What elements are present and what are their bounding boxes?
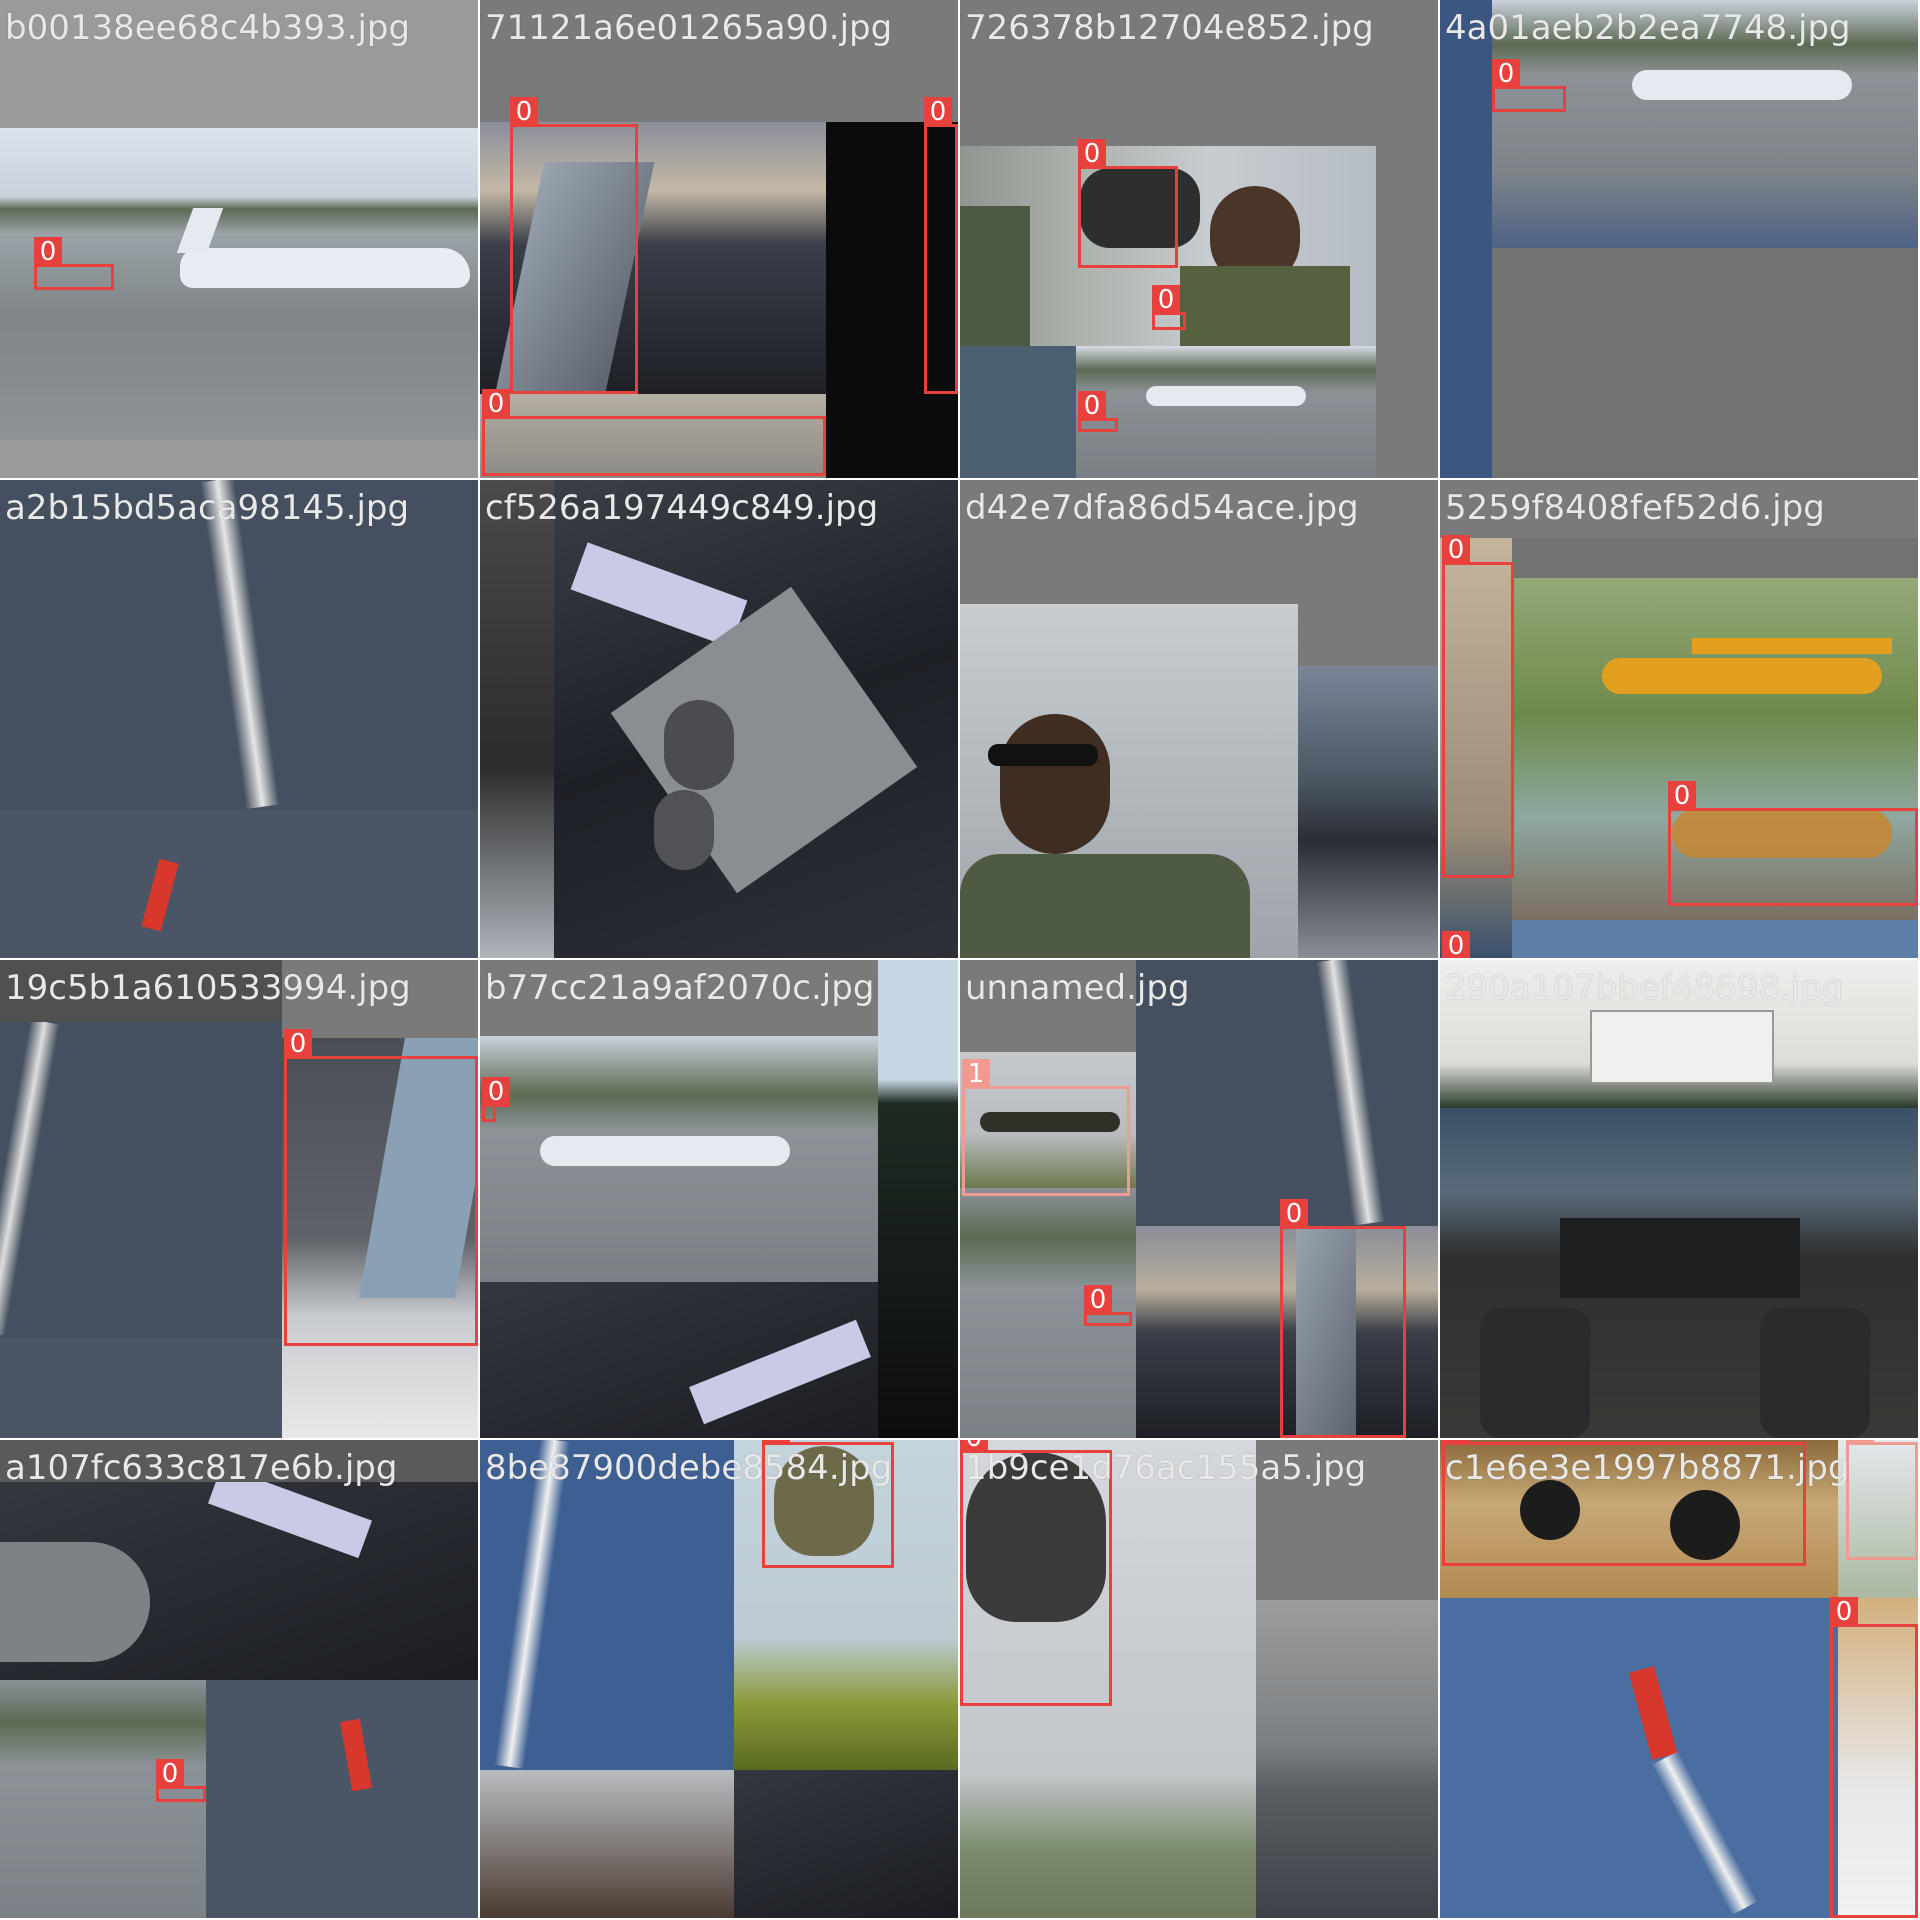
mosaic-grid: b00138ee68c4b393.jpg 0 71121a6e01265a90.… — [0, 0, 1920, 1920]
detection-box: 1 — [1846, 1440, 1918, 1560]
tile-filename: b00138ee68c4b393.jpg — [5, 8, 411, 48]
mosaic-tile: 1b9ce1d76ac155a5.jpg 0 — [960, 1440, 1438, 1918]
class-label: 0 — [1280, 1199, 1308, 1229]
tile-filename: a107fc633c817e6b.jpg — [5, 1448, 398, 1488]
photo-smoke-trail — [480, 1440, 734, 1770]
mosaic-tile: c1e6e3e1997b8871.jpg 0 1 0 — [1440, 1440, 1918, 1918]
photo-space-shuttle — [734, 1770, 958, 1918]
mosaic-tile: 19c5b1a610533994.jpg 0 — [0, 960, 478, 1438]
tile-filename: b77cc21a9af2070c.jpg — [485, 968, 875, 1008]
mosaic-tile: 726378b12704e852.jpg 0 0 0 — [960, 0, 1438, 478]
mosaic-tile: a107fc633c817e6b.jpg 0 — [0, 1440, 478, 1918]
photo-airport-747 — [1076, 346, 1376, 478]
class-label: 0 — [1442, 535, 1470, 565]
tile-filename: 8be87900debe8584.jpg — [485, 1448, 893, 1488]
class-label: 1 — [962, 1059, 990, 1089]
tile-filename: 290a107bbef48698.jpg — [1445, 968, 1844, 1008]
class-label: 0 — [1492, 59, 1520, 89]
photo-space-shuttle — [554, 480, 958, 958]
class-label: 0 — [34, 237, 62, 267]
mosaic-tile: d42e7dfa86d54ace.jpg — [960, 480, 1438, 958]
photo-red-biplane — [1440, 1598, 1838, 1918]
mosaic-tile: 4a01aeb2b2ea7748.jpg 0 — [1440, 0, 1918, 478]
class-label: 0 — [762, 1440, 790, 1445]
photo-red-biplane — [0, 810, 478, 958]
detection-box: 0 — [284, 1029, 478, 1346]
detection-box: 0 — [1280, 1199, 1406, 1438]
class-label: 0 — [284, 1029, 312, 1059]
photo-space-shuttle — [480, 1282, 878, 1438]
class-label: 0 — [1084, 1285, 1112, 1315]
detection-box: 1 — [962, 1059, 1130, 1196]
photo-terminal — [1298, 666, 1438, 958]
photo-smoke-trail — [0, 480, 478, 810]
photo-cockpit — [480, 1770, 734, 1918]
class-label: 0 — [156, 1759, 184, 1789]
detection-box: 0 — [1830, 1597, 1918, 1918]
tile-filename: d42e7dfa86d54ace.jpg — [965, 488, 1359, 528]
tile-filename: c1e6e3e1997b8871.jpg — [1445, 1448, 1850, 1488]
tile-filename: cf526a197449c849.jpg — [485, 488, 879, 528]
mosaic-tile: 5259f8408fef52d6.jpg 0 0 0 — [1440, 480, 1918, 958]
photo-tree-balloon — [878, 960, 958, 1438]
class-label: 0 — [924, 97, 952, 127]
photo-airport-747 — [480, 1036, 878, 1282]
detection-box: 0 — [1668, 781, 1918, 906]
detection-box: 0 — [1442, 535, 1514, 878]
mosaic-tile: cf526a197449c849.jpg — [480, 480, 958, 958]
detection-box: 0 — [1084, 1285, 1132, 1326]
class-label: 0 — [1668, 781, 1696, 811]
class-label: 0 — [1442, 1440, 1470, 1445]
tile-filename: 1b9ce1d76ac155a5.jpg — [965, 1448, 1367, 1488]
photo-red-biplane — [206, 1680, 478, 1918]
detection-box: 0 — [510, 97, 638, 394]
detection-box: 0 — [156, 1759, 206, 1802]
mosaic-tile: b77cc21a9af2070c.jpg 0 — [480, 960, 958, 1438]
class-label: 0 — [510, 97, 538, 127]
mosaic-tile: 71121a6e01265a90.jpg 0 0 0 — [480, 0, 958, 478]
photo-smoke-trail — [0, 1022, 282, 1338]
tile-filename: unnamed.jpg — [965, 968, 1190, 1008]
photo-pilot-portrait — [960, 604, 1298, 958]
detection-box: 0 — [1078, 139, 1178, 268]
mosaic-tile: a2b15bd5aca98145.jpg — [0, 480, 478, 958]
detection-box: 0 — [482, 1077, 510, 1122]
class-label: 0 — [1442, 931, 1470, 958]
detection-box: 0 — [34, 237, 114, 290]
detection-box: 0 — [1078, 391, 1118, 432]
detection-box: 0 — [960, 1440, 1112, 1706]
mosaic-tile: 8be87900debe8584.jpg 0 — [480, 1440, 958, 1918]
class-label: 0 — [1830, 1597, 1858, 1627]
tile-filename: 726378b12704e852.jpg — [965, 8, 1374, 48]
detection-box: 0 — [1492, 59, 1566, 112]
mosaic-tile: 290a107bbef48698.jpg — [1440, 960, 1918, 1438]
tile-filename: 4a01aeb2b2ea7748.jpg — [1445, 8, 1851, 48]
detection-box: 0 — [924, 97, 958, 394]
class-label: 0 — [1078, 139, 1106, 169]
tile-filename: a2b15bd5aca98145.jpg — [5, 488, 410, 528]
mosaic-tile: b00138ee68c4b393.jpg 0 — [0, 0, 478, 478]
detection-box: 0 — [482, 389, 826, 476]
class-label: 0 — [482, 1077, 510, 1107]
tile-filename: 19c5b1a610533994.jpg — [5, 968, 411, 1008]
tile-filename: 71121a6e01265a90.jpg — [485, 8, 893, 48]
photo-space-shuttle — [0, 1482, 478, 1680]
photo-waterfront-building — [1256, 1600, 1438, 1918]
tile-filename: 5259f8408fef52d6.jpg — [1445, 488, 1825, 528]
class-label: 0 — [1078, 391, 1106, 421]
photo-cockpit — [1440, 1108, 1918, 1438]
mosaic-tile: unnamed.jpg 1 0 0 — [960, 960, 1438, 1438]
class-label: 0 — [1152, 285, 1180, 315]
detection-box: 0 — [1152, 285, 1186, 330]
class-label: 0 — [482, 389, 510, 419]
class-label: 1 — [1846, 1440, 1874, 1445]
